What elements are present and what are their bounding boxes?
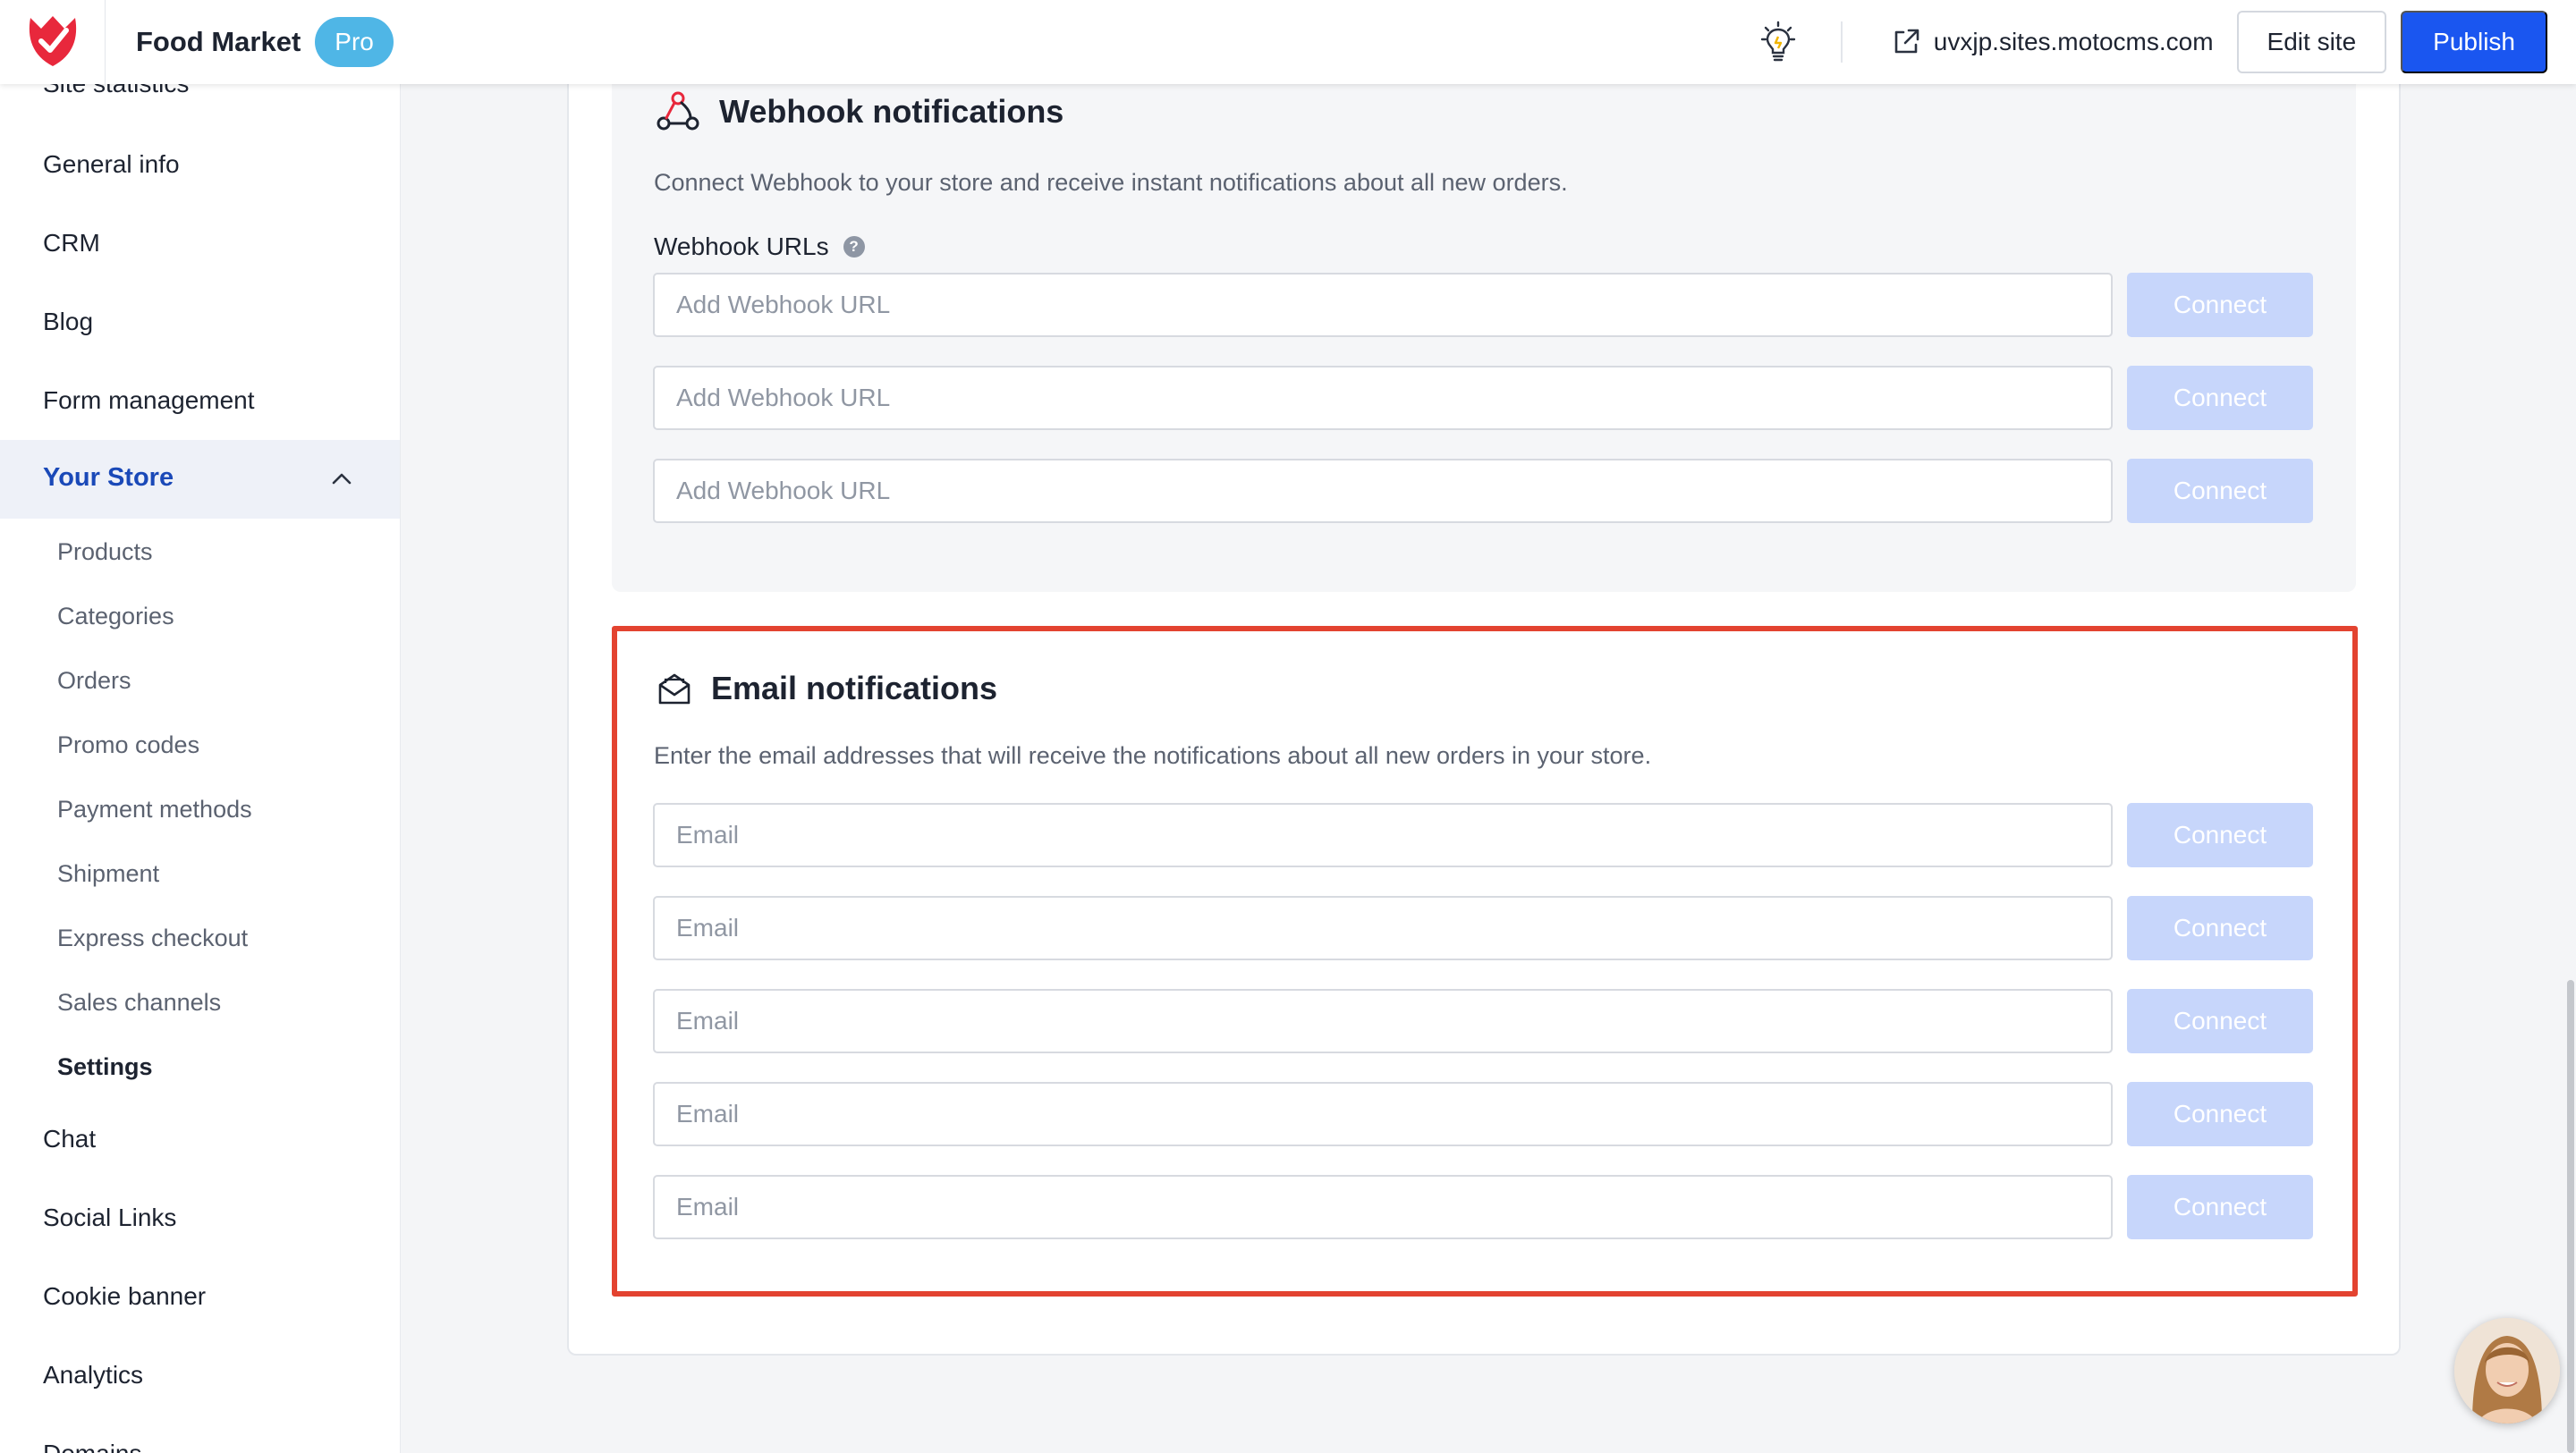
email-input-2[interactable] [653,896,2113,960]
sidebar-subitem-sales-channels[interactable]: Sales channels [57,989,221,1017]
sidebar-subitem-promo-codes[interactable]: Promo codes [57,731,199,759]
publish-button[interactable]: Publish [2401,11,2547,73]
envelope-open-icon [657,671,692,711]
webhook-url-input-3[interactable] [653,459,2113,523]
sidebar-item-general-info[interactable]: General info [43,150,180,179]
email-section-title: Email notifications [711,670,998,706]
topbar-divider [1840,21,1843,63]
plan-badge: Pro [315,17,394,67]
sidebar-item-analytics[interactable]: Analytics [43,1361,143,1390]
sidebar: Site statistics General info CRM Blog Fo… [0,0,401,1453]
email-input-1[interactable] [653,803,2113,867]
webhook-urls-label: Webhook URLs ? [654,232,865,261]
webhook-connect-button-3[interactable]: Connect [2127,459,2313,523]
email-connect-button-1[interactable]: Connect [2127,803,2313,867]
sidebar-item-your-store-label: Your Store [43,463,174,492]
email-connect-button-2[interactable]: Connect [2127,896,2313,960]
webhook-section-title: Webhook notifications [719,93,1064,130]
lightbulb-icon[interactable] [1751,15,1805,69]
sidebar-item-chat[interactable]: Chat [43,1125,96,1153]
email-input-3[interactable] [653,989,2113,1053]
webhook-url-input-1[interactable] [653,273,2113,337]
app-logo[interactable] [0,0,106,84]
webhook-connect-button-2[interactable]: Connect [2127,366,2313,430]
sidebar-item-social-links[interactable]: Social Links [43,1204,176,1232]
webhook-connect-button-1[interactable]: Connect [2127,273,2313,337]
site-url-text: uvxjp.sites.motocms.com [1933,28,2214,55]
email-connect-button-3[interactable]: Connect [2127,989,2313,1053]
sidebar-item-cookie-banner[interactable]: Cookie banner [43,1282,206,1311]
top-bar: Food Market Pro uvxjp.sites.motocms.com … [0,0,2576,84]
chevron-up-icon[interactable] [329,467,354,496]
sidebar-subitem-shipment[interactable]: Shipment [57,860,159,888]
page-scrollbar[interactable] [2567,980,2574,1453]
site-url-link[interactable]: uvxjp.sites.motocms.com [1891,27,2214,57]
sidebar-item-form-management[interactable]: Form management [43,386,255,415]
sidebar-item-your-store[interactable]: Your Store [0,440,400,519]
site-title[interactable]: Food Market [136,26,301,58]
sidebar-item-crm[interactable]: CRM [43,229,100,258]
sidebar-subitem-payment-methods[interactable]: Payment methods [57,796,252,824]
sidebar-subitem-categories[interactable]: Categories [57,603,174,630]
webhook-url-input-2[interactable] [653,366,2113,430]
sidebar-subitem-settings[interactable]: Settings [57,1053,153,1081]
webhook-section-description: Connect Webhook to your store and receiv… [654,169,1568,196]
edit-site-button[interactable]: Edit site [2236,11,2387,73]
email-connect-button-4[interactable]: Connect [2127,1082,2313,1146]
sidebar-subitem-express-checkout[interactable]: Express checkout [57,925,248,952]
sidebar-subitem-orders[interactable]: Orders [57,667,131,695]
sidebar-subitem-products[interactable]: Products [57,538,153,566]
sidebar-item-domains[interactable]: Domains [43,1440,141,1453]
support-chat-avatar[interactable] [2454,1318,2560,1423]
webhook-icon [655,88,701,139]
email-input-4[interactable] [653,1082,2113,1146]
webhook-urls-label-text: Webhook URLs [654,232,829,260]
external-link-icon [1891,27,1921,57]
help-icon[interactable]: ? [843,236,865,258]
motocms-logo-icon [25,11,80,74]
email-input-5[interactable] [653,1175,2113,1239]
email-section-description: Enter the email addresses that will rece… [654,742,1652,769]
email-connect-button-5[interactable]: Connect [2127,1175,2313,1239]
sidebar-item-blog[interactable]: Blog [43,308,93,336]
